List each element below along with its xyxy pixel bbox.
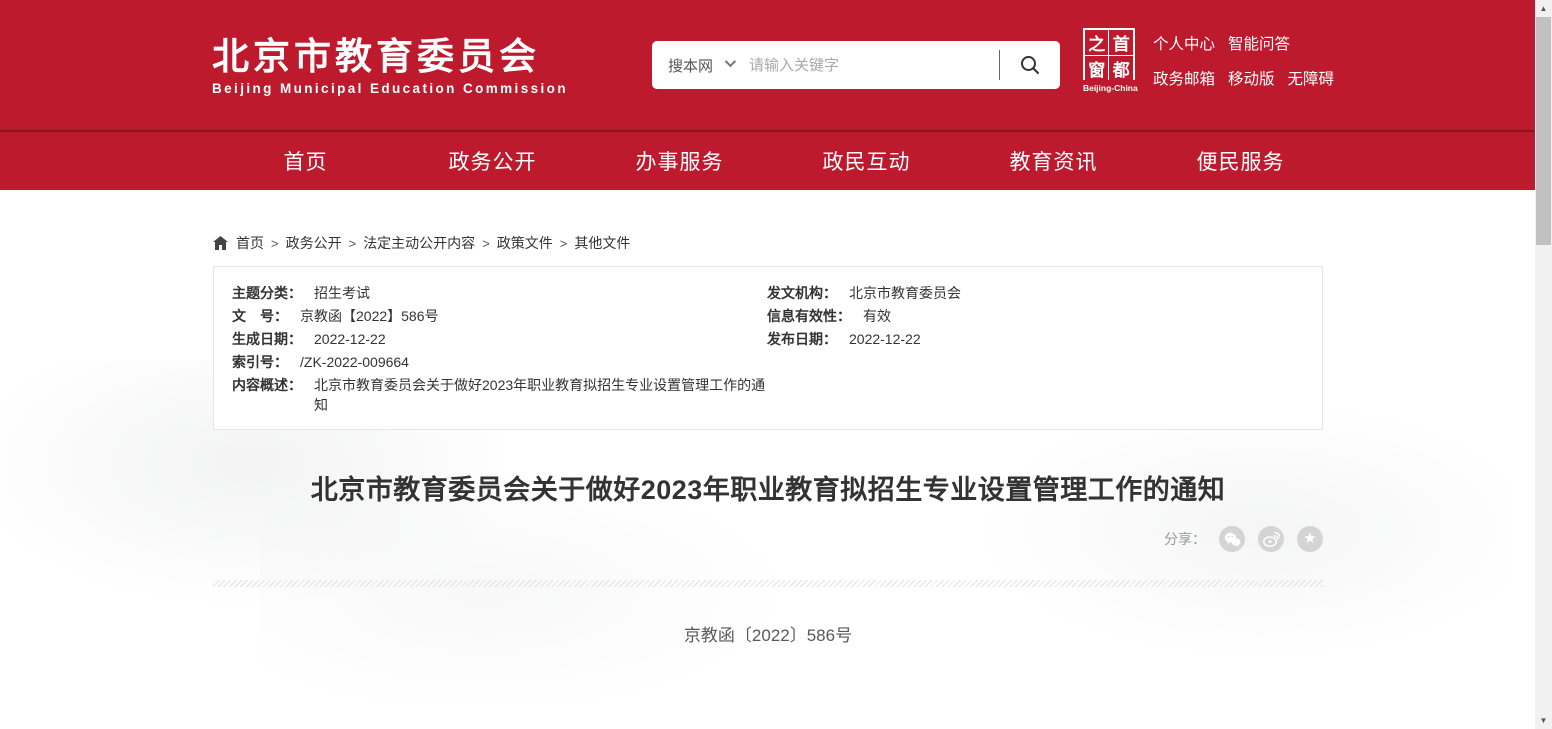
nav-item-edu-news[interactable]: 教育资讯 [960, 132, 1147, 190]
meta-row-topic: 主题分类： 招生考试 [232, 283, 767, 303]
star-icon: ★ [1303, 531, 1316, 546]
crumb-home[interactable]: 首页 [236, 233, 264, 253]
share-row: 分享： [213, 526, 1323, 552]
favorite-share-icon[interactable]: ★ [1297, 526, 1323, 552]
meta-value: 招生考试 [314, 283, 370, 303]
share-label: 分享： [1164, 529, 1206, 549]
content-area: 首页 > 政务公开 > 法定主动公开内容 > 政策文件 > 其他文件 主题分类：… [0, 190, 1552, 729]
link-smart-qa[interactable]: 智能问答 [1228, 32, 1290, 54]
meta-label: 发文机构： [767, 283, 837, 303]
meta-label: 信息有效性： [767, 306, 851, 326]
site-title: 北京市教育委员会 [212, 37, 568, 77]
meta-label: 内容概述： [232, 375, 302, 395]
meta-value: /ZK-2022-009664 [300, 352, 409, 372]
search-icon [1019, 54, 1041, 76]
link-accessibility[interactable]: 无障碍 [1287, 67, 1334, 89]
site-logo[interactable]: 北京市教育委员会 Beijing Municipal Education Com… [212, 37, 568, 96]
meta-row-doc-no: 文 号： 京教函【2022】586号 [232, 306, 767, 326]
meta-value: 有效 [863, 306, 891, 326]
meta-value: 京教函【2022】586号 [300, 306, 439, 326]
capital-window-logo[interactable]: 之 首 窗 都 Beijing-China [1083, 28, 1137, 93]
meta-value: 北京市教育委员会关于做好2023年职业教育拟招生专业设置管理工作的通知 [314, 375, 767, 415]
decorative-divider [213, 580, 1323, 587]
meta-row-index-no: 索引号： /ZK-2022-009664 [232, 352, 767, 372]
nav-item-interaction[interactable]: 政民互动 [773, 132, 960, 190]
scrollbar-thumb[interactable] [1536, 17, 1551, 245]
page: 北京市教育委员会 Beijing Municipal Education Com… [0, 0, 1552, 729]
crumb-separator: > [560, 236, 568, 251]
crumb-gov-info[interactable]: 政务公开 [286, 233, 342, 253]
seal-char: 窗 [1085, 56, 1109, 81]
link-gov-mailbox[interactable]: 政务邮箱 [1153, 67, 1215, 89]
home-icon [213, 236, 228, 250]
main-nav: 首页 政务公开 办事服务 政民互动 教育资讯 便民服务 [0, 130, 1552, 190]
link-personal-center[interactable]: 个人中心 [1153, 32, 1215, 54]
quick-links: 个人中心 智能问答 政务邮箱 移动版 无障碍 [1153, 28, 1334, 102]
meta-row-validity: 信息有效性： 有效 [767, 306, 1304, 326]
page-title: 北京市教育委员会关于做好2023年职业教育拟招生专业设置管理工作的通知 [213, 473, 1323, 507]
scroll-up-arrow[interactable]: ▲ [1535, 0, 1552, 17]
meta-label: 索引号： [232, 352, 288, 372]
site-subtitle: Beijing Municipal Education Commission [212, 81, 568, 96]
capital-window-caption: Beijing-China [1083, 83, 1137, 93]
crumb-separator: > [271, 236, 279, 251]
meta-value: 2022-12-22 [314, 329, 386, 349]
wechat-share-icon[interactable] [1219, 526, 1245, 552]
weibo-share-icon[interactable] [1258, 526, 1284, 552]
link-mobile-version[interactable]: 移动版 [1228, 67, 1275, 89]
nav-item-home[interactable]: 首页 [212, 132, 399, 190]
crumb-separator: > [482, 236, 490, 251]
nav-item-gov-info[interactable]: 政务公开 [399, 132, 586, 190]
search-button[interactable] [1000, 41, 1060, 89]
crumb-statutory-disclosure[interactable]: 法定主动公开内容 [363, 233, 475, 253]
seal-char: 都 [1109, 56, 1133, 81]
search-input[interactable] [749, 41, 999, 89]
breadcrumb: 首页 > 政务公开 > 法定主动公开内容 > 政策文件 > 其他文件 [213, 190, 1323, 253]
meta-row-created-date: 生成日期： 2022-12-22 [232, 329, 767, 349]
chevron-down-icon [725, 56, 736, 67]
search-scope-select[interactable]: 搜本网 [652, 55, 733, 76]
nav-item-services[interactable]: 办事服务 [586, 132, 773, 190]
search-scope-label: 搜本网 [668, 55, 713, 76]
meta-label: 生成日期： [232, 329, 302, 349]
site-header: 北京市教育委员会 Beijing Municipal Education Com… [0, 0, 1552, 130]
meta-row-summary: 内容概述： 北京市教育委员会关于做好2023年职业教育拟招生专业设置管理工作的通… [232, 375, 767, 415]
search-bar: 搜本网 [652, 41, 1060, 89]
meta-label: 主题分类： [232, 283, 302, 303]
crumb-policy-documents[interactable]: 政策文件 [497, 233, 553, 253]
seal-char: 首 [1109, 30, 1133, 55]
seal-char: 之 [1085, 30, 1109, 55]
scroll-down-arrow[interactable]: ▼ [1535, 712, 1552, 729]
salutation-line: 各区教委、各高等职业院校、中等职业学校： [213, 725, 1323, 729]
meta-row-issuing-agency: 发文机构： 北京市教育委员会 [767, 283, 1304, 303]
meta-row-publish-date: 发布日期： 2022-12-22 [767, 329, 1304, 349]
meta-label: 文 号： [232, 306, 288, 326]
document-meta-box: 主题分类： 招生考试 文 号： 京教函【2022】586号 生成日期： 2022… [213, 266, 1323, 430]
document-number: 京教函〔2022〕586号 [213, 621, 1323, 646]
meta-value: 2022-12-22 [849, 329, 921, 349]
scrollbar[interactable]: ▲ ▼ [1535, 0, 1552, 729]
meta-value: 北京市教育委员会 [849, 283, 961, 303]
nav-item-convenience[interactable]: 便民服务 [1147, 132, 1334, 190]
crumb-separator: > [349, 236, 357, 251]
crumb-other-documents: 其他文件 [574, 233, 630, 253]
meta-label: 发布日期： [767, 329, 837, 349]
capital-window-seal: 之 首 窗 都 [1083, 28, 1135, 80]
